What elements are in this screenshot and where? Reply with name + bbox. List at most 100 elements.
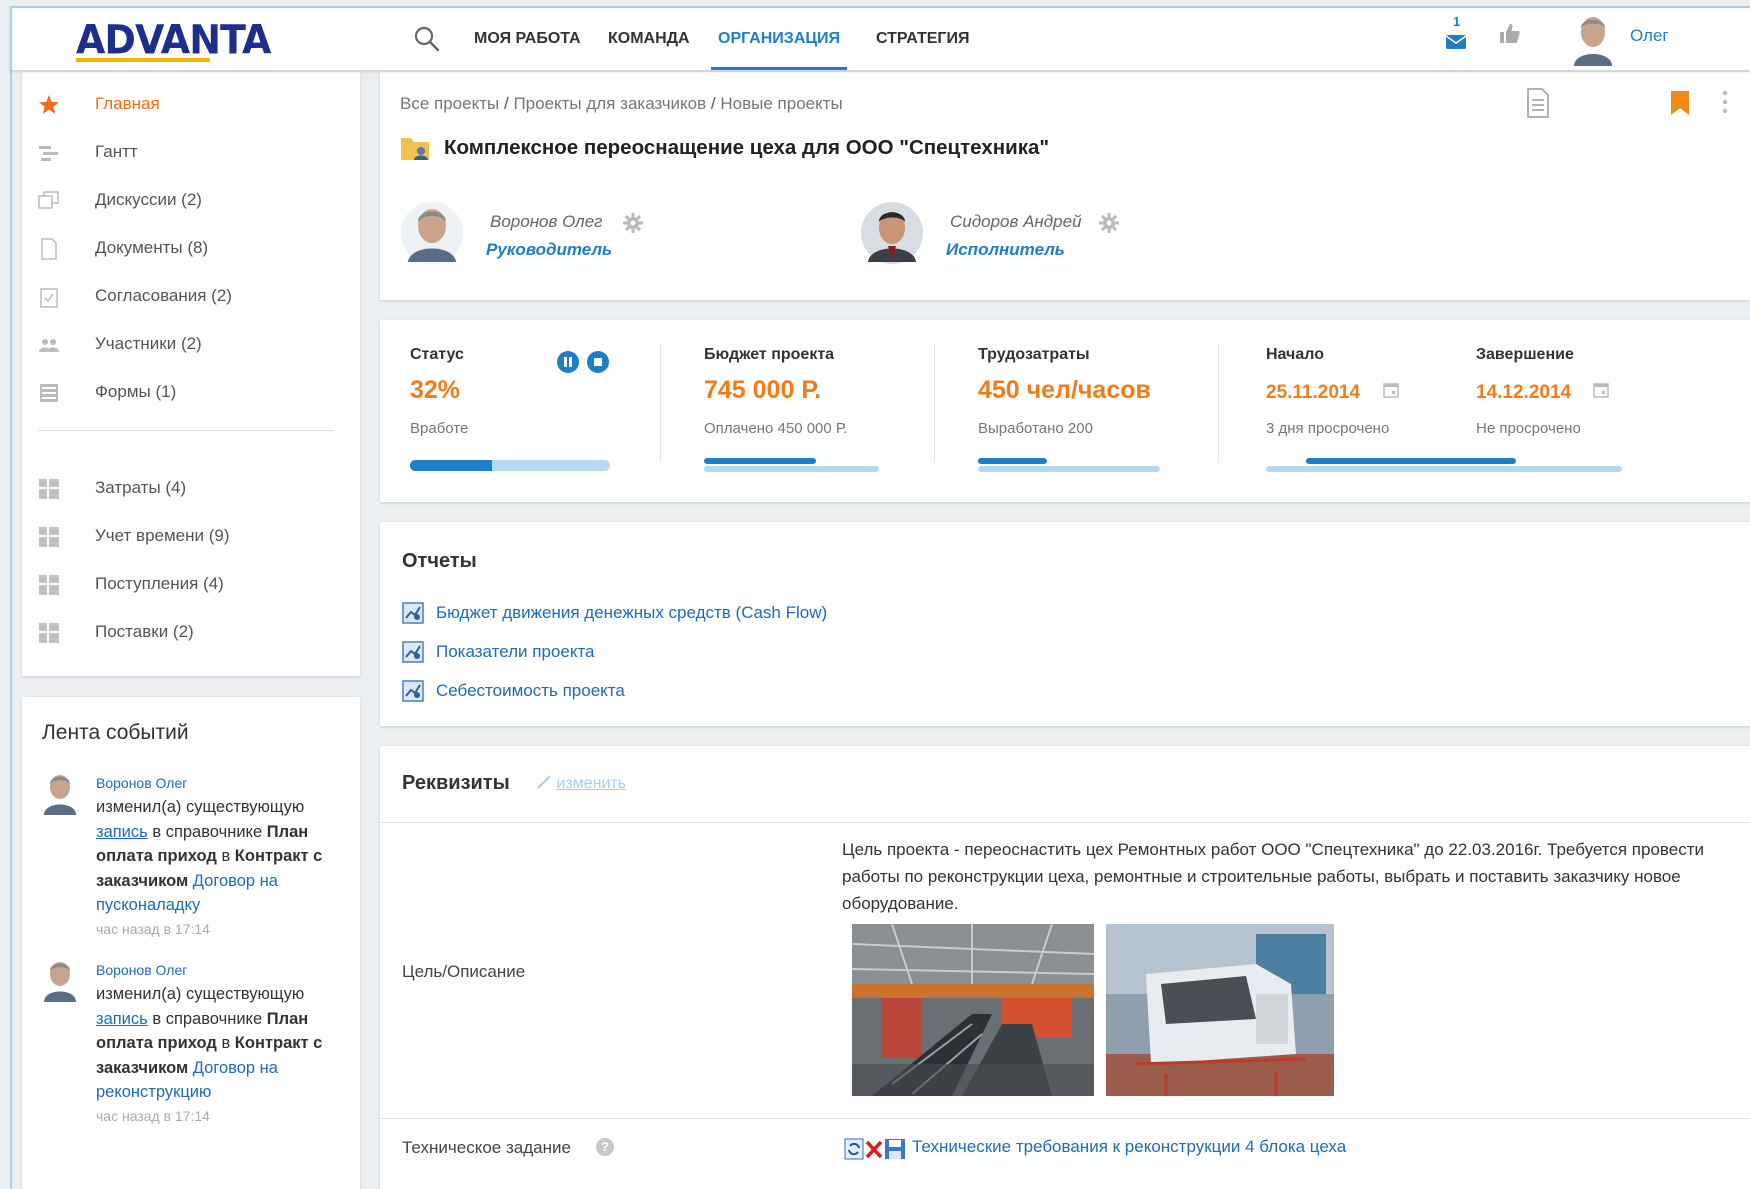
- sidebar-item-forms[interactable]: Формы (1): [22, 372, 360, 412]
- delete-icon[interactable]: [864, 1138, 884, 1160]
- user-avatar[interactable]: [1568, 12, 1618, 66]
- user-name[interactable]: Олег: [1630, 26, 1669, 46]
- breadcrumb-all-projects[interactable]: Все проекты: [400, 94, 499, 113]
- breadcrumb-separator: /: [503, 94, 509, 113]
- metric-divider: [660, 344, 661, 462]
- sidebar-item-participants[interactable]: Участники (2): [22, 324, 360, 364]
- sidebar-item-label: Участники (2): [95, 334, 202, 353]
- feed-author-link[interactable]: Воронов Олег: [96, 775, 187, 791]
- end-sub: Не просрочено: [1476, 420, 1581, 437]
- pause-icon[interactable]: [556, 350, 580, 374]
- project-header-card: Все проекты / Проекты для заказчиков / Н…: [380, 72, 1750, 300]
- discussion-icon: [38, 190, 60, 212]
- sidebar-item-deliveries[interactable]: Поставки (2): [22, 612, 360, 652]
- requisites-card: Реквизиты изменить Цель/Описание Цель пр…: [380, 746, 1750, 1189]
- gear-icon[interactable]: [622, 212, 644, 234]
- feed-record-link[interactable]: запись: [96, 823, 148, 841]
- start-label: Начало: [1266, 346, 1324, 363]
- status-label: Статус: [410, 346, 464, 363]
- budget-progress-track: [704, 466, 879, 472]
- document-icon: [38, 238, 60, 260]
- breadcrumb-customer-projects[interactable]: Проекты для заказчиков: [513, 94, 706, 113]
- advanta-logo[interactable]: ADVANTA: [76, 17, 271, 63]
- table-icon: [38, 622, 60, 644]
- more-options-icon[interactable]: [1720, 88, 1730, 116]
- labor-label: Трудозатраты: [978, 346, 1090, 363]
- pencil-icon: [537, 775, 551, 789]
- nav-organization[interactable]: ОРГАНИЗАЦИЯ: [711, 8, 848, 70]
- sidebar-divider: [38, 430, 334, 431]
- gear-icon[interactable]: [1098, 212, 1120, 234]
- end-date-metric: Завершение 14.12.2014 Не просрочено: [1476, 346, 1581, 437]
- divider: [380, 1118, 1750, 1119]
- nav-team[interactable]: КОМАНДА: [608, 8, 690, 70]
- feed-record-link[interactable]: запись: [96, 1010, 148, 1028]
- feed-action-text: изменил(а) существующую: [96, 985, 305, 1003]
- sidebar-item-label: Дискуссии (2): [95, 190, 202, 209]
- technical-spec-file-link[interactable]: Технические требования к реконструкции 4…: [912, 1137, 1346, 1157]
- edit-label: изменить: [556, 775, 627, 792]
- status-value: 32%: [410, 376, 461, 404]
- sidebar-item-discussions[interactable]: Дискуссии (2): [22, 180, 360, 220]
- search-icon[interactable]: [412, 24, 442, 54]
- refresh-icon[interactable]: [844, 1138, 864, 1160]
- feed-text-part: в справочнике: [152, 822, 263, 841]
- save-icon[interactable]: [884, 1138, 906, 1160]
- breadcrumb-separator: /: [710, 94, 716, 113]
- budget-metric: Бюджет проекта 745 000 Р. Оплачено 450 0…: [704, 346, 847, 437]
- sidebar-item-documents[interactable]: Документы (8): [22, 228, 360, 268]
- report-icon: [402, 641, 424, 663]
- avatar[interactable]: [860, 200, 924, 266]
- timeline-track: [1266, 466, 1622, 472]
- table-icon: [38, 526, 60, 548]
- mail-button[interactable]: 1: [1445, 14, 1471, 56]
- avatar[interactable]: [40, 958, 80, 1002]
- sidebar-item-receipts[interactable]: Поступления (4): [22, 564, 360, 604]
- calendar-icon[interactable]: [1593, 382, 1609, 398]
- sidebar-item-label: Согласования (2): [95, 286, 232, 305]
- sidebar-item-approvals[interactable]: Согласования (2): [22, 276, 360, 316]
- sidebar-item-label: Документы (8): [95, 238, 209, 257]
- feed-author-link[interactable]: Воронов Олег: [96, 962, 187, 978]
- end-label: Завершение: [1476, 346, 1574, 363]
- breadcrumb-new-projects[interactable]: Новые проекты: [720, 94, 842, 113]
- sidebar-item-costs[interactable]: Затраты (4): [22, 468, 360, 508]
- thumbs-up-icon[interactable]: [1498, 22, 1524, 48]
- report-icon: [402, 602, 424, 624]
- bookmark-icon[interactable]: [1670, 90, 1690, 116]
- budget-progress-fill: [704, 458, 816, 464]
- start-date-metric: Начало 25.11.2014 3 дня просрочено: [1266, 346, 1389, 437]
- status-sub: Вработе: [410, 420, 469, 437]
- help-icon[interactable]: ?: [596, 1138, 614, 1156]
- star-icon: [38, 94, 60, 116]
- document-icon[interactable]: [1526, 88, 1550, 118]
- table-icon: [38, 478, 60, 500]
- avatar[interactable]: [400, 200, 464, 266]
- workshop-photo[interactable]: [852, 924, 1094, 1096]
- truck-cab-photo[interactable]: [1106, 924, 1334, 1096]
- feed-text: изменил(а) существующую запись в справоч…: [96, 795, 346, 918]
- sidebar-item-gantt[interactable]: Гантт: [22, 132, 360, 172]
- manager-name: Воронов Олег: [490, 212, 603, 231]
- status-metric: Статус 32% Вработе: [410, 346, 610, 437]
- forms-icon: [38, 382, 60, 404]
- manager-role-link[interactable]: Руководитель: [486, 240, 612, 260]
- reports-card: Отчеты Бюджет движения денежных средств …: [380, 522, 1750, 726]
- requisites-title: Реквизиты: [402, 772, 510, 794]
- nav-my-work[interactable]: МОЯ РАБОТА: [474, 8, 581, 70]
- metric-divider: [1218, 344, 1219, 462]
- feed-text: изменил(а) существующую запись в справоч…: [96, 982, 346, 1105]
- sidebar-item-label: Поставки (2): [95, 622, 194, 641]
- feed-text-part: в: [221, 1034, 231, 1052]
- file-action-icons: [844, 1138, 906, 1160]
- edit-requisites-button[interactable]: изменить: [536, 774, 626, 793]
- sidebar-item-label: Учет времени (9): [95, 526, 230, 545]
- project-manager: Воронов Олег Руководитель: [400, 200, 760, 270]
- calendar-icon[interactable]: [1383, 382, 1399, 398]
- executor-role-link[interactable]: Исполнитель: [946, 240, 1065, 260]
- nav-strategy[interactable]: СТРАТЕГИЯ: [876, 8, 969, 70]
- sidebar-item-time-tracking[interactable]: Учет времени (9): [22, 516, 360, 556]
- sidebar-item-home[interactable]: Главная: [22, 84, 360, 124]
- avatar[interactable]: [40, 771, 80, 815]
- stop-icon[interactable]: [586, 350, 610, 374]
